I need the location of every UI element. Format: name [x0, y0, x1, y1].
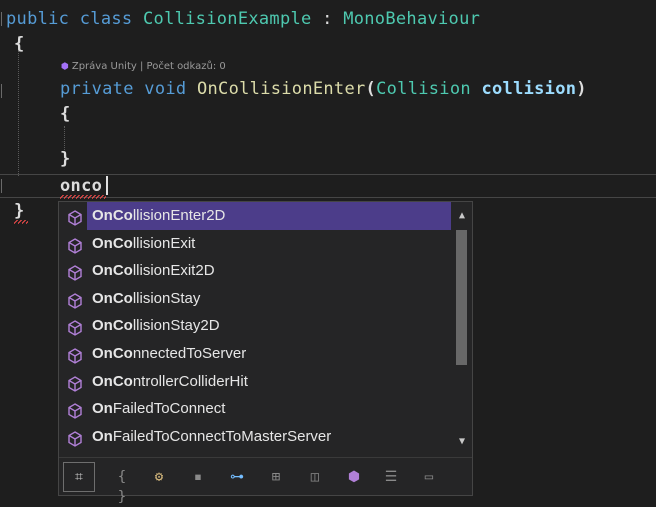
keyword: void: [144, 79, 187, 99]
match-highlight: OnCo: [92, 317, 133, 335]
match-highlight: OnCo: [92, 234, 133, 252]
struct-icon[interactable]: ▪: [188, 467, 208, 487]
match-highlight: OnCo: [92, 372, 133, 390]
keyword: class: [79, 9, 133, 29]
code-line-open-brace: {: [60, 103, 71, 125]
completion-item-rest: llisionExit: [132, 234, 196, 252]
scroll-up-icon[interactable]: ▲: [456, 210, 468, 222]
indent-guide: [64, 126, 65, 150]
scrollbar-thumb[interactable]: [456, 230, 467, 365]
match-highlight: OnCo: [92, 207, 133, 224]
completion-item[interactable]: OnFailedToConnect: [59, 395, 451, 423]
completion-popup[interactable]: OnCollisionEnter2D OnCollisionExit OnColli…: [58, 201, 473, 505]
completion-item[interactable]: OnCollisionStay: [59, 285, 451, 313]
completion-scrollbar[interactable]: ▲ ▼: [452, 202, 472, 457]
codelens-text: Zpráva Unity | Počet odkazů: 0: [71, 61, 226, 72]
completion-item[interactable]: OnCollisionExit: [59, 230, 451, 258]
enum-icon[interactable]: ⊞: [266, 467, 286, 487]
completion-list[interactable]: OnCollisionEnter2D OnCollisionExit OnColli…: [59, 202, 451, 450]
parameter-type: Collision: [376, 79, 471, 99]
completion-item[interactable]: OnConnectedToServer: [59, 340, 451, 368]
completion-item-rest: llisionExit2D: [132, 262, 215, 280]
code-line-close-brace: }: [14, 200, 25, 222]
match-highlight: On: [92, 427, 113, 445]
punctuation: :: [322, 9, 333, 29]
codelens[interactable]: ⬢ Zpráva Unity | Počet odkazů: 0: [61, 60, 226, 74]
field-icon[interactable]: ☰: [381, 467, 401, 487]
completion-item-rest: llisionStay: [132, 289, 201, 307]
code-line-close-brace: }: [60, 148, 71, 170]
class-name: CollisionExample: [143, 9, 312, 29]
completion-item[interactable]: OnControllerColliderHit: [59, 368, 451, 396]
brace: }: [60, 149, 71, 169]
indent-guide: [18, 36, 19, 176]
keyword: private: [60, 79, 134, 99]
method-icon[interactable]: ⬢: [344, 467, 364, 487]
match-highlight: OnCo: [92, 289, 133, 307]
completion-filter-bar: ⌗ { } ⚙ ▪ ⊶ ⊞ ◫ ⬢ ☰ ▭: [59, 457, 472, 505]
completion-item[interactable]: OnCollisionStay2D: [59, 312, 451, 340]
completion-item-label: OnCollisionExit2D: [92, 257, 215, 285]
completion-item-rest: FailedToConnectToMasterServer: [112, 427, 332, 445]
base-class-name: MonoBehaviour: [343, 9, 481, 29]
collapse-marker[interactable]: [1, 84, 6, 98]
completion-item-rest: llisionEnter2D: [132, 207, 226, 224]
brace: }: [14, 201, 25, 221]
keyword: public: [6, 9, 70, 29]
match-highlight: On: [92, 400, 113, 418]
brace: {: [60, 104, 71, 124]
completion-item[interactable]: OnCollisionEnter2D: [68, 202, 451, 230]
scroll-down-icon[interactable]: ▼: [456, 436, 468, 448]
completion-item-label: OnCollisionStay: [92, 285, 200, 313]
method-icon: [67, 236, 83, 254]
namespace-icon[interactable]: { }: [112, 467, 132, 505]
punctuation: ): [576, 79, 587, 99]
code-line-class-declaration: public class CollisionExample : MonoBeha…: [6, 8, 480, 30]
completion-item-rest: ntrollerColliderHit: [132, 372, 248, 390]
completion-item-rest: nnectedToServer: [132, 344, 247, 362]
method-icon: [67, 318, 83, 337]
method-icon: [67, 346, 83, 364]
method-name: OnCollisionEnter: [196, 79, 366, 99]
completion-item-rest: llisionStay2D: [132, 317, 220, 335]
code-editor[interactable]: public class CollisionExample : MonoBeha…: [0, 0, 656, 505]
completion-item[interactable]: OnCollisionExit2D: [59, 257, 451, 285]
error-squiggle: [60, 195, 106, 199]
punctuation: (: [365, 79, 377, 99]
error-squiggle: [14, 220, 28, 224]
completion-item[interactable]: OnFailedToConnectToMasterServer: [59, 423, 451, 451]
code-line-open-brace: {: [14, 33, 25, 55]
completion-item-label: OnFailedToConnectToMasterServer: [92, 423, 331, 451]
class-icon[interactable]: ⚙: [149, 467, 169, 487]
parameter-name: collision: [481, 79, 577, 99]
code-line-method-declaration: private void OnCollisionEnter(Collision …: [60, 78, 587, 100]
expand-filter-icon[interactable]: ⌗: [69, 467, 89, 487]
completion-item-label: OnCollisionExit: [92, 230, 195, 258]
completion-item-label: OnFailedToConnect: [92, 395, 225, 423]
method-icon: [67, 263, 83, 281]
completion-item-label: OnConnectedToServer: [92, 340, 246, 368]
unity-icon: ⬢: [61, 62, 69, 72]
code-line-typed-text[interactable]: onco: [60, 175, 102, 197]
completion-item-label: OnControllerColliderHit: [92, 368, 248, 396]
match-highlight: OnCo: [92, 262, 133, 280]
method-icon: [67, 374, 83, 392]
method-icon: [67, 291, 83, 309]
method-icon: [67, 429, 83, 447]
method-icon: [67, 208, 83, 226]
interface-icon[interactable]: ⊶: [227, 467, 247, 487]
match-highlight: OnCo: [92, 344, 133, 362]
text-caret: [106, 176, 108, 195]
method-icon: [67, 401, 83, 419]
completion-item-rest: FailedToConnect: [112, 400, 226, 418]
delegate-icon[interactable]: ◫: [305, 467, 325, 487]
completion-item-label: OnCollisionStay2D: [92, 312, 220, 340]
snippet-icon[interactable]: ▭: [419, 467, 439, 487]
completion-item-label: OnCollisionEnter2D: [92, 202, 225, 230]
typed-text: onco: [60, 176, 103, 196]
brace: {: [14, 34, 25, 54]
